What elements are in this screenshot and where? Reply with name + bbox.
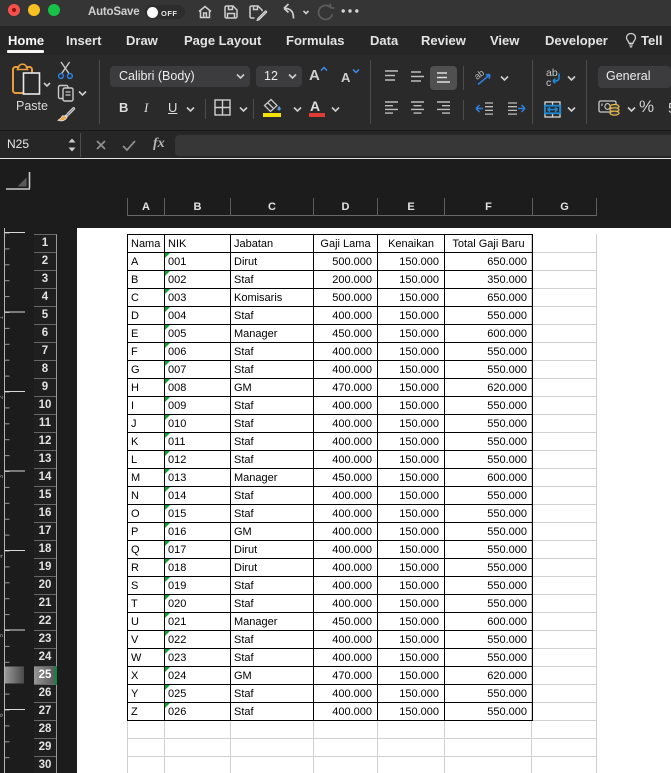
- svg-text:c: c: [546, 77, 551, 89]
